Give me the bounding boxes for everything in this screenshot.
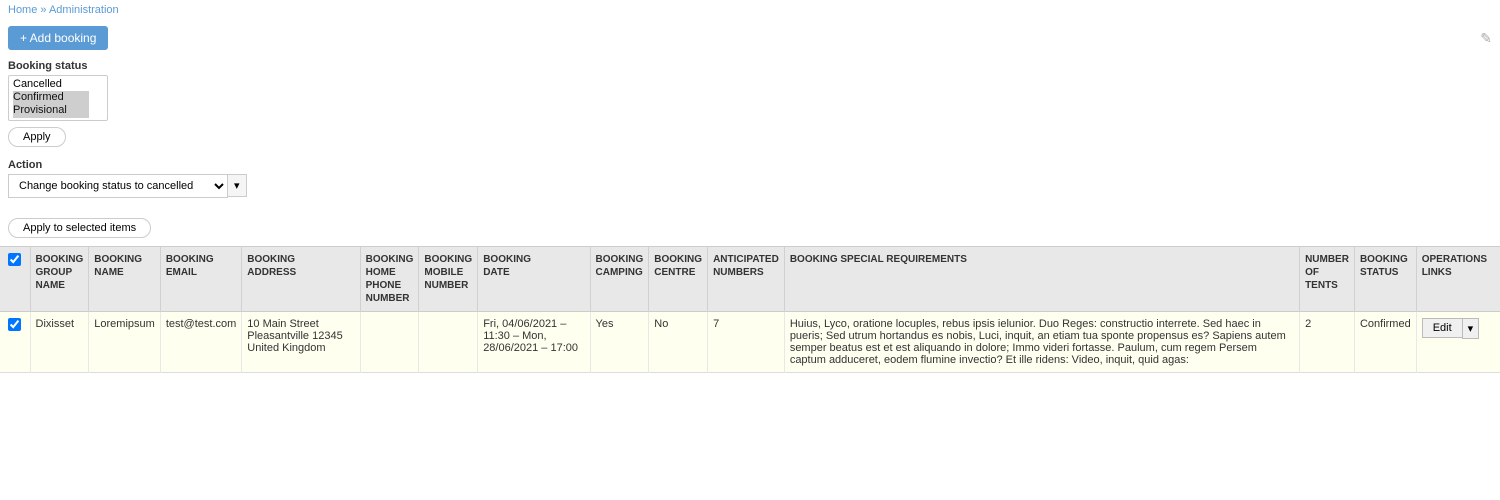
cell-special-req: Huius, Lyco, oratione locuples, rebus ip… [784,311,1299,372]
action-dropdown-button[interactable]: ▾ [228,174,247,197]
booking-status-select[interactable]: Cancelled Confirmed Provisional [8,75,108,121]
cell-mobile [419,311,478,372]
add-booking-button[interactable]: + Add booking [8,26,108,50]
cell-ops: Edit ▾ [1416,311,1500,372]
select-all-checkbox[interactable] [8,253,21,266]
cell-date: Fri, 04/06/2021 – 11:30 – Mon, 28/06/202… [478,311,590,372]
cell-address: 10 Main Street Pleasantville 12345 Unite… [242,311,360,372]
cell-status: Confirmed [1354,311,1416,372]
apply-selected-button[interactable]: Apply to selected items [8,218,151,238]
status-option-cancelled[interactable]: Cancelled [13,78,89,91]
col-special-req: BOOKING SPECIAL REQUIREMENTS [784,246,1299,311]
cell-booking-name: Loremipsum [89,311,161,372]
row-edit-button[interactable]: Edit [1422,318,1462,338]
table-row: Dixisset Loremipsum test@test.com 10 Mai… [0,311,1500,372]
cell-group-name: Dixisset [30,311,89,372]
col-mobile: BOOKINGMOBILENUMBER [419,246,478,311]
col-num-tents: NUMBEROFTENTS [1300,246,1355,311]
breadcrumb: Home » Administration [0,0,1500,20]
booking-status-label: Booking status [8,60,1492,72]
edit-icon-button[interactable]: ✎ [1480,30,1492,47]
action-select[interactable]: Change booking status to cancelled [8,174,228,198]
col-address: BOOKINGADDRESS [242,246,360,311]
apply-button[interactable]: Apply [8,127,66,147]
cell-centre: No [649,311,708,372]
col-camping: BOOKINGCAMPING [590,246,649,311]
status-option-provisional[interactable]: Provisional [13,104,89,117]
cell-anticipated: 7 [708,311,785,372]
col-ops: OPERATIONS LINKS [1416,246,1500,311]
row-checkbox-cell [0,311,30,372]
admin-link[interactable]: Administration [49,4,119,16]
status-option-confirmed[interactable]: Confirmed [13,91,89,104]
col-centre: BOOKINGCENTRE [649,246,708,311]
col-date: BOOKINGDATE [478,246,590,311]
col-home-phone: BOOKINGHOMEPHONENUMBER [360,246,419,311]
col-anticipated: ANTICIPATEDNUMBERS [708,246,785,311]
row-checkbox[interactable] [8,318,21,331]
col-email: BOOKINGEMAIL [160,246,241,311]
row-edit-dropdown-button[interactable]: ▾ [1462,318,1480,339]
cell-camping: Yes [590,311,649,372]
col-group-name: BOOKINGGROUPNAME [30,246,89,311]
cell-num-tents: 2 [1300,311,1355,372]
home-link[interactable]: Home [8,4,37,16]
col-status: BOOKINGSTATUS [1354,246,1416,311]
action-label: Action [8,159,1492,171]
cell-email: test@test.com [160,311,241,372]
select-all-header [0,246,30,311]
col-booking-name: BOOKINGNAME [89,246,161,311]
cell-home-phone [360,311,419,372]
